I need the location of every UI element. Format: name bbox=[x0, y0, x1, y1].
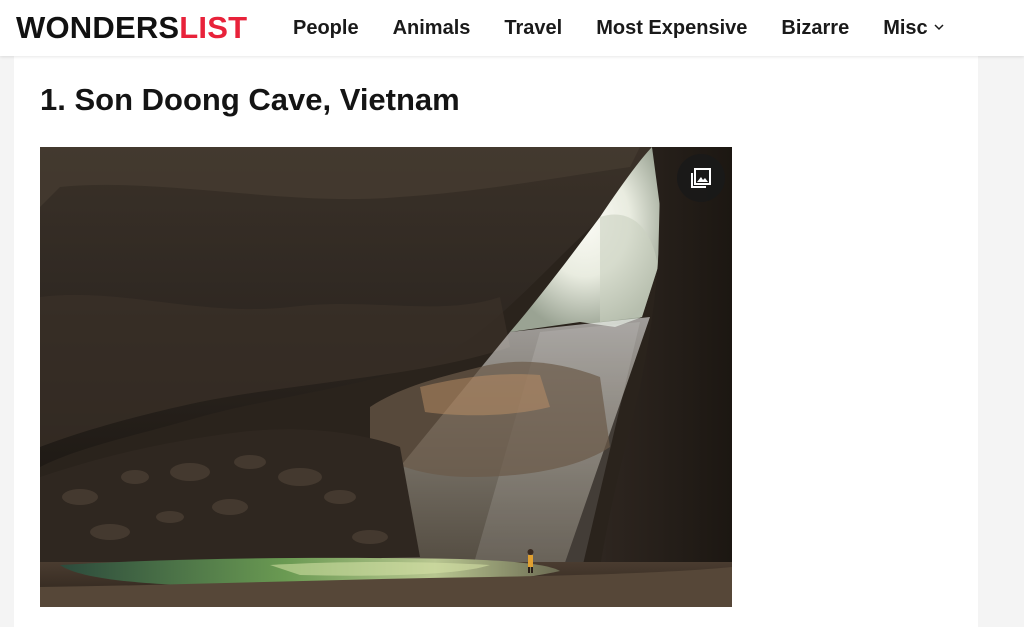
article-card: 1. Son Doong Cave, Vietnam bbox=[14, 56, 978, 627]
gallery-icon bbox=[691, 168, 711, 188]
article-heading: 1. Son Doong Cave, Vietnam bbox=[40, 82, 460, 117]
gallery-button[interactable] bbox=[677, 154, 725, 202]
nav-item-most-expensive[interactable]: Most Expensive bbox=[596, 17, 747, 40]
nav-item-misc[interactable]: Misc bbox=[883, 16, 944, 40]
chevron-down-icon bbox=[934, 24, 944, 31]
logo-wonders: WONDERS bbox=[16, 10, 180, 45]
site-logo[interactable]: WONDERSLIST bbox=[16, 12, 247, 44]
logo-list: LIST bbox=[179, 10, 248, 45]
nav-item-misc-label: Misc bbox=[883, 16, 928, 39]
main-nav: People Animals Travel Most Expensive Biz… bbox=[293, 15, 944, 41]
site-header: WONDERSLIST People Animals Travel Most E… bbox=[0, 0, 1024, 56]
nav-item-travel[interactable]: Travel bbox=[504, 17, 562, 40]
cave-photo[interactable] bbox=[40, 147, 732, 607]
cave-photo-illustration bbox=[40, 147, 732, 607]
nav-item-people[interactable]: People bbox=[293, 17, 359, 40]
nav-item-animals[interactable]: Animals bbox=[393, 17, 471, 40]
nav-item-bizarre[interactable]: Bizarre bbox=[781, 17, 849, 40]
